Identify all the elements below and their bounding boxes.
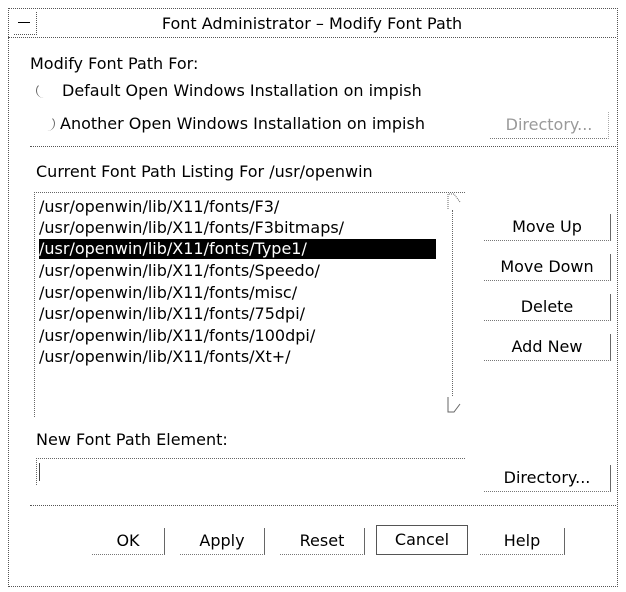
title-bar[interactable]: Font Administrator – Modify Font Path — [8, 8, 616, 38]
list-item-selected[interactable]: /usr/openwin/lib/X11/fonts/Type1/ — [39, 239, 436, 259]
move-down-button[interactable]: Move Down — [484, 254, 611, 281]
radio-another-installation-label: Another Open Windows Installation on imp… — [60, 114, 425, 133]
scroll-down-arrow-icon[interactable] — [446, 396, 462, 414]
text-caret — [39, 463, 40, 481]
new-font-path-input[interactable] — [36, 458, 465, 485]
cancel-button[interactable]: Cancel — [376, 525, 468, 555]
move-up-button[interactable]: Move Up — [484, 214, 611, 241]
separator — [30, 505, 616, 506]
list-item[interactable]: /usr/openwin/lib/X11/fonts/F3bitmaps/ — [39, 218, 348, 238]
delete-button[interactable]: Delete — [484, 294, 611, 321]
list-item[interactable]: /usr/openwin/lib/X11/fonts/100dpi/ — [39, 326, 319, 346]
directory-button[interactable]: Directory... — [484, 465, 611, 492]
window-title: Font Administrator – Modify Font Path — [161, 14, 463, 33]
radio-button-icon — [40, 116, 55, 131]
font-path-list[interactable]: /usr/openwin/lib/X11/fonts/F3/ /usr/open… — [34, 192, 465, 417]
radio-button-icon — [36, 83, 51, 98]
list-item[interactable]: /usr/openwin/lib/X11/fonts/misc/ — [39, 283, 301, 303]
apply-button[interactable]: Apply — [180, 528, 265, 555]
font-path-listing-heading: Current Font Path Listing For /usr/openw… — [36, 162, 373, 181]
radio-default-installation[interactable]: Default Open Windows Installation on imp… — [36, 81, 476, 103]
list-item[interactable]: /usr/openwin/lib/X11/fonts/75dpi/ — [39, 304, 309, 324]
list-item[interactable]: /usr/openwin/lib/X11/fonts/F3/ — [39, 197, 283, 217]
new-font-path-heading: New Font Path Element: — [36, 430, 228, 449]
scrollbar-track[interactable] — [452, 210, 461, 396]
directory-button-disabled[interactable]: Directory... — [490, 112, 609, 139]
ok-button[interactable]: OK — [92, 528, 165, 555]
reset-button[interactable]: Reset — [280, 528, 365, 555]
radio-another-installation[interactable]: Another Open Windows Installation on imp… — [36, 114, 476, 136]
add-new-button[interactable]: Add New — [484, 334, 611, 361]
modify-section-heading: Modify Font Path For: — [30, 54, 199, 73]
scroll-up-arrow-icon[interactable] — [446, 192, 462, 210]
radio-default-installation-label: Default Open Windows Installation on imp… — [62, 81, 422, 100]
help-button[interactable]: Help — [480, 528, 565, 555]
list-item[interactable]: /usr/openwin/lib/X11/fonts/Xt+/ — [39, 347, 295, 367]
separator — [30, 146, 616, 147]
list-item[interactable]: /usr/openwin/lib/X11/fonts/Speedo/ — [39, 261, 324, 281]
